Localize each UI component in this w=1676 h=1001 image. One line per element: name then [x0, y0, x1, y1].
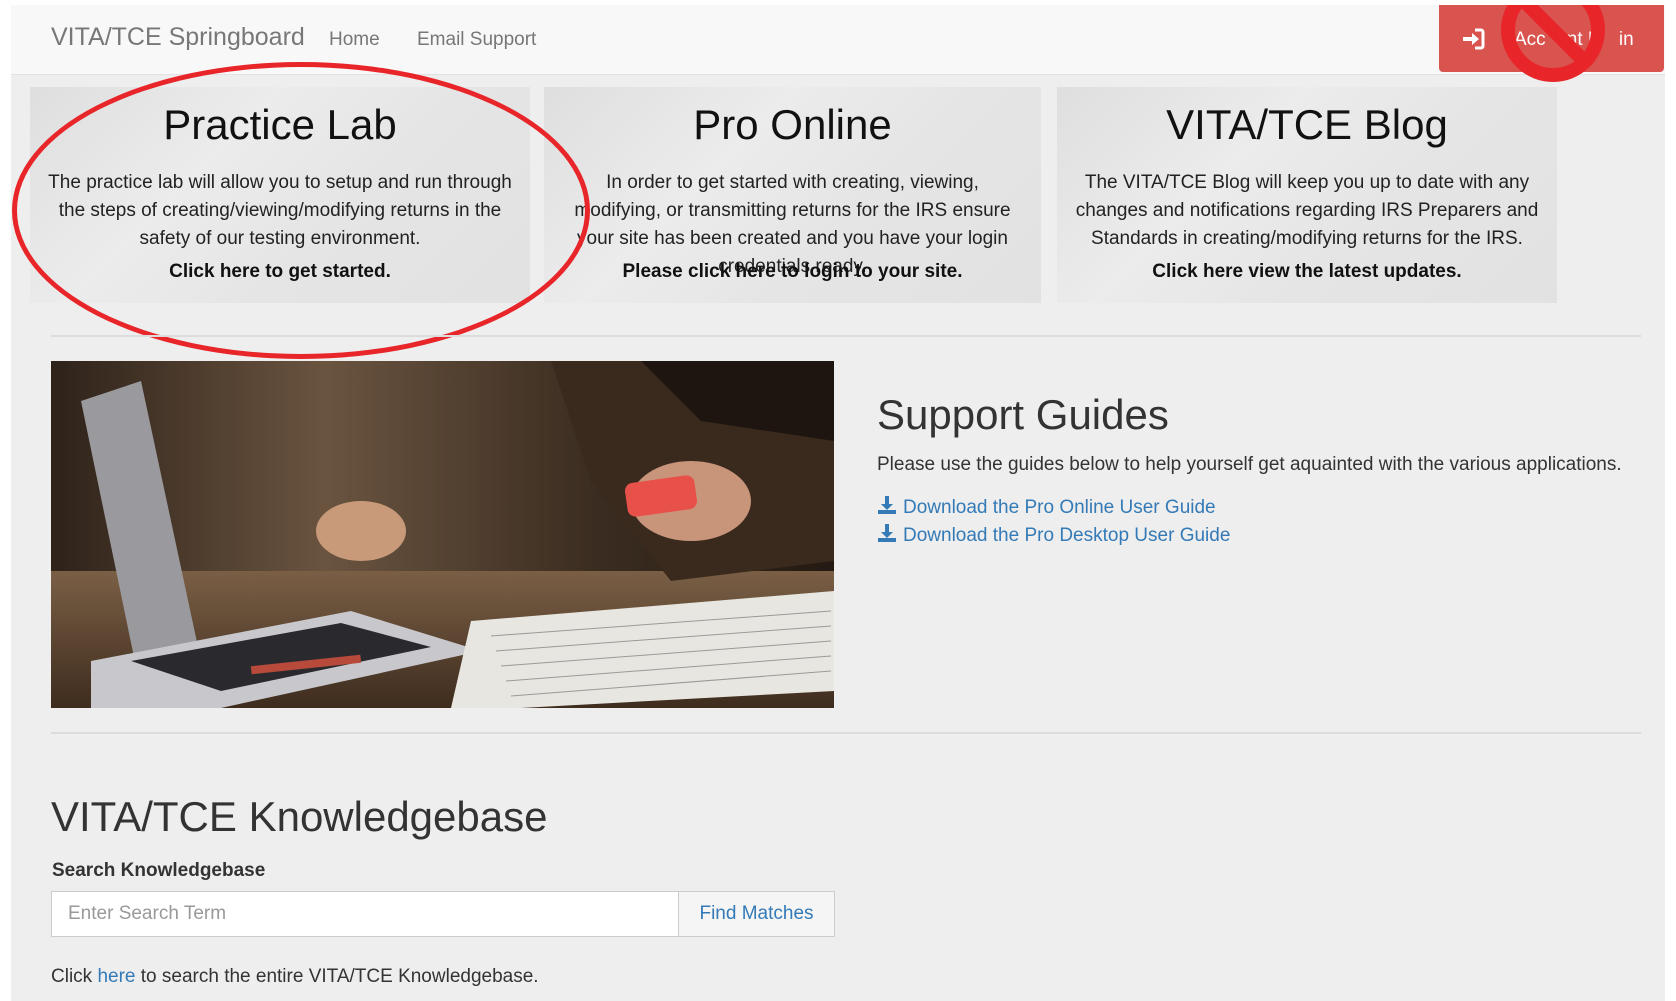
tile-cta[interactable]: Please click here to login to your site. [544, 261, 1041, 283]
tile-title: VITA/TCE Blog [1166, 101, 1448, 148]
page: VITA/TCE Springboard Home Email Support … [11, 5, 1665, 1001]
tile-title: Pro Online [693, 101, 892, 148]
support-guides-title: Support Guides [877, 391, 1169, 438]
knowledgebase-footer: Click here to search the entire VITA/TCE… [51, 966, 539, 988]
divider [51, 732, 1641, 734]
tile-practice-lab[interactable]: Practice Lab The practice lab will allow… [30, 87, 530, 303]
search-input[interactable] [51, 891, 679, 937]
divider [51, 335, 1641, 337]
nav-email-support[interactable]: Email Support [417, 29, 536, 51]
tile-description: The practice lab will allow you to setup… [48, 172, 512, 249]
search-label: Search Knowledgebase [52, 860, 266, 881]
support-guides-text: Please use the guides below to help your… [877, 454, 1622, 475]
tile-description: The VITA/TCE Blog will keep you up to da… [1075, 172, 1539, 249]
hero-image [51, 361, 834, 708]
nav-home[interactable]: Home [329, 29, 380, 51]
footer-text-after: to search the entire VITA/TCE Knowledgeb… [135, 966, 539, 987]
footer-text-before: Click [51, 966, 98, 987]
find-matches-button[interactable]: Find Matches [678, 891, 835, 937]
sign-in-icon [1461, 28, 1485, 56]
brand[interactable]: VITA/TCE Springboard [51, 23, 305, 52]
tile-pro-online[interactable]: Pro Online In order to get started with … [544, 87, 1041, 303]
download-pro-desktop-guide-link[interactable]: Download the Pro Desktop User Guide [877, 523, 1230, 547]
no-sign-icon [1501, 5, 1605, 82]
tile-blog[interactable]: VITA/TCE Blog The VITA/TCE Blog will kee… [1057, 87, 1557, 303]
download-pro-online-guide-link[interactable]: Download the Pro Online User Guide [877, 495, 1216, 519]
search-all-link[interactable]: here [97, 966, 135, 987]
navbar: VITA/TCE Springboard Home Email Support … [11, 5, 1665, 75]
knowledgebase-title: VITA/TCE Knowledgebase [51, 793, 548, 840]
download-link-label: Download the Pro Desktop User Guide [903, 525, 1231, 546]
download-link-label: Download the Pro Online User Guide [903, 497, 1216, 518]
tile-title: Practice Lab [163, 101, 397, 148]
download-icon [878, 496, 896, 514]
tile-cta[interactable]: Click here to get started. [30, 261, 530, 283]
download-icon [878, 524, 896, 542]
tile-cta[interactable]: Click here view the latest updates. [1057, 261, 1557, 283]
